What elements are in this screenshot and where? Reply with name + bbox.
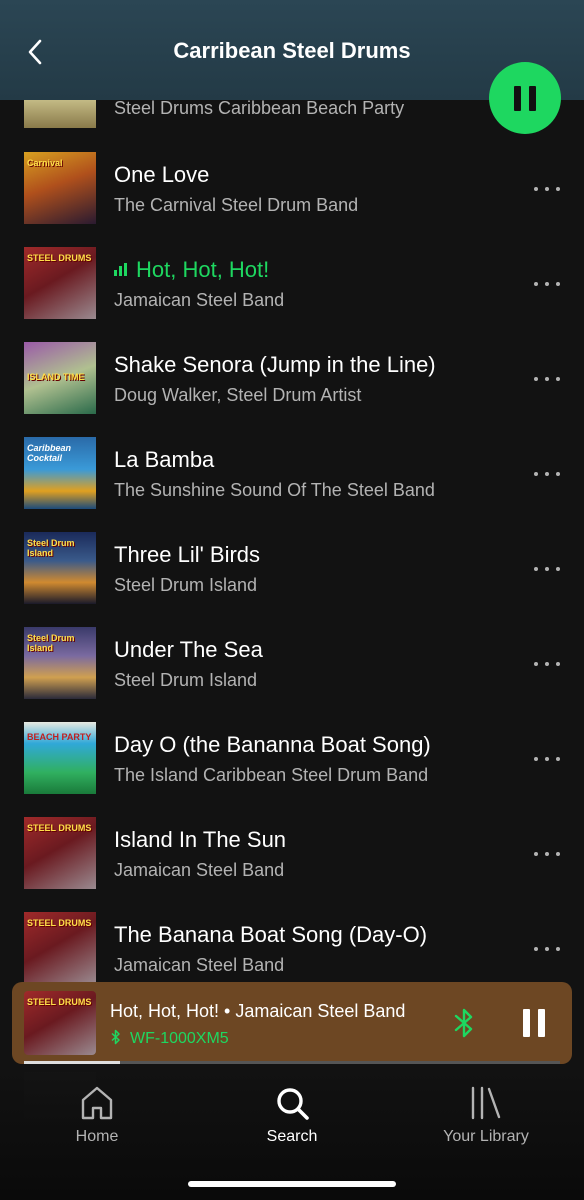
bluetooth-device-button[interactable]	[452, 1008, 476, 1038]
more-options-icon[interactable]	[534, 657, 564, 671]
nav-library-label: Your Library	[443, 1128, 529, 1145]
track-artist: The Carnival Steel Drum Band	[114, 195, 359, 215]
track-artist: Steel Drum Island	[114, 670, 258, 690]
search-icon	[277, 1088, 309, 1120]
mini-pause-button[interactable]	[521, 1009, 547, 1037]
connected-device[interactable]: WF-1000XM5	[110, 1029, 229, 1048]
more-options-icon[interactable]	[534, 562, 564, 576]
album-art: BEACH PARTY	[24, 722, 96, 794]
track-title: Three Lil' Birds	[114, 542, 261, 567]
album-art: Steel Drum Island	[24, 627, 96, 699]
track-artist: Jamaican Steel Band	[114, 290, 285, 310]
nav-home-label: Home	[75, 1128, 119, 1145]
track-title: One Love	[114, 162, 210, 187]
more-options-icon[interactable]	[534, 277, 564, 291]
album-art: Steel Drum Island	[24, 532, 96, 604]
playback-progress[interactable]	[24, 1061, 560, 1064]
track-title: Island In The Sun	[114, 827, 287, 852]
track-artist: Steel Drums Caribbean Beach Party	[114, 98, 405, 118]
track-title: Hot, Hot, Hot!	[114, 257, 269, 283]
track-row[interactable]: ISLAND TIME Shake Senora (Jump in the Li…	[0, 342, 584, 437]
library-icon	[471, 1086, 501, 1120]
album-art: STEEL DRUMS	[24, 817, 96, 889]
bluetooth-small-icon	[111, 1029, 120, 1045]
connected-device-name: WF-1000XM5	[130, 1030, 229, 1047]
track-title: Shake Senora (Jump in the Line)	[114, 352, 436, 377]
playback-progress-fill	[24, 1061, 121, 1064]
track-title: La Bamba	[114, 447, 215, 472]
home-icon	[81, 1086, 113, 1120]
track-row[interactable]: Steel Drum Island Under The Sea Steel Dr…	[0, 627, 584, 722]
album-art: STEEL DRUMS	[24, 912, 96, 984]
more-options-icon[interactable]	[534, 847, 564, 861]
track-title: The Banana Boat Song (Day-O)	[114, 922, 428, 947]
more-options-icon[interactable]	[534, 942, 564, 956]
track-row[interactable]: Steel Drum Island Three Lil' Birds Steel…	[0, 532, 584, 627]
track-artist: Jamaican Steel Band	[114, 860, 285, 880]
track-artist: Jamaican Steel Band	[114, 955, 285, 975]
album-art-label: STEEL DRUMS	[27, 918, 92, 928]
more-options-icon[interactable]	[534, 372, 564, 386]
track-row-now-playing[interactable]: STEEL DRUMS Hot, Hot, Hot! Jamaican Stee…	[0, 247, 584, 342]
album-art-label: STEEL DRUMS	[27, 997, 92, 1007]
album-art: Caribbean Cocktail	[24, 437, 96, 509]
album-art-label: Steel Drum Island	[27, 538, 75, 558]
album-art-label: Carnival	[27, 158, 63, 168]
album-art-label: STEEL DRUMS	[27, 253, 92, 263]
track-row[interactable]: Carnival One Love The Carnival Steel Dru…	[0, 152, 584, 247]
track-row[interactable]: STEEL DRUMS Island In The Sun Jamaican S…	[0, 817, 584, 912]
album-art-label: STEEL DRUMS	[27, 823, 92, 833]
album-art: Carnival	[24, 152, 96, 224]
nav-library[interactable]: Your Library	[426, 1084, 546, 1154]
track-artist: Steel Drum Island	[114, 575, 258, 595]
nav-search-label: Search	[266, 1128, 318, 1145]
now-playing-title: Hot, Hot, Hot! • Jamaican Steel Band	[110, 1001, 406, 1021]
bluetooth-icon	[454, 1008, 473, 1038]
track-artist: Doug Walker, Steel Drum Artist	[114, 385, 362, 405]
track-title: Under The Sea	[114, 637, 263, 662]
track-title: Day O (the Bananna Boat Song)	[114, 732, 431, 757]
pause-button[interactable]	[489, 62, 561, 134]
nav-home[interactable]: Home	[37, 1084, 157, 1154]
album-art-label: Steel Drum Island	[27, 633, 75, 653]
now-playing-album-art: STEEL DRUMS	[24, 991, 96, 1055]
more-options-icon[interactable]	[534, 182, 564, 196]
album-art-label: Caribbean Cocktail	[27, 443, 72, 463]
album-art: ISLAND TIME	[24, 342, 96, 414]
track-artist: The Island Caribbean Steel Drum Band	[114, 765, 429, 785]
more-options-icon[interactable]	[534, 752, 564, 766]
more-options-icon[interactable]	[534, 467, 564, 481]
track-artist: The Sunshine Sound Of The Steel Band	[114, 480, 435, 500]
nav-search[interactable]: Search	[232, 1084, 352, 1154]
album-art: STEEL DRUMS	[24, 247, 96, 319]
track-row[interactable]: BEACH PARTY Day O (the Bananna Boat Song…	[0, 722, 584, 817]
album-art-label: ISLAND TIME	[27, 372, 85, 382]
track-row[interactable]: Caribbean Cocktail La Bamba The Sunshine…	[0, 437, 584, 532]
album-art-label: BEACH PARTY	[27, 732, 92, 742]
equalizer-icon	[114, 262, 130, 277]
mini-player[interactable]: STEEL DRUMS Hot, Hot, Hot! • Jamaican St…	[12, 982, 572, 1064]
track-title-text: Hot, Hot, Hot!	[136, 257, 270, 282]
page-title: Carribean Steel Drums	[173, 38, 411, 63]
home-indicator[interactable]	[188, 1181, 396, 1187]
